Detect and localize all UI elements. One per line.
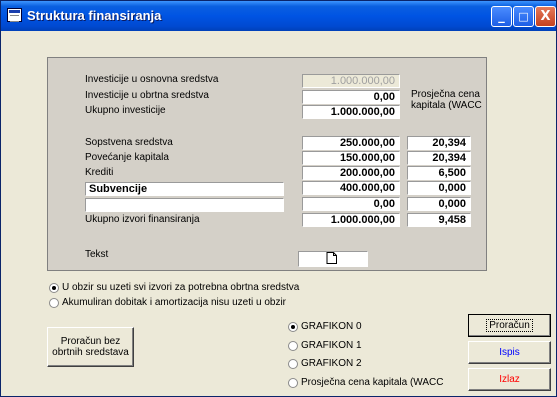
chart-0-radio[interactable] xyxy=(288,322,298,332)
minimize-button[interactable]: _ xyxy=(491,6,512,27)
total-sources-rate[interactable]: 9,458 xyxy=(407,213,471,227)
option-accumulated-label[interactable]: Akumuliran dobitak i amortizacija nisu u… xyxy=(62,297,286,308)
title-bar: Struktura finansiranja _ □ X xyxy=(1,1,556,31)
source-rate-subsidies[interactable]: 0,000 xyxy=(407,181,471,195)
maximize-button[interactable]: □ xyxy=(513,6,534,27)
source-amount-custom[interactable]: 0,00 xyxy=(302,197,400,211)
source-rate-own[interactable]: 20,394 xyxy=(407,136,471,150)
total-sources-label: Ukupno izvori finansiranja xyxy=(85,214,200,225)
source-amount-capital[interactable]: 150.000,00 xyxy=(302,151,400,165)
total-investment-label: Ukupno investicije xyxy=(85,105,166,116)
print-button[interactable]: Ispis xyxy=(468,341,551,364)
option-all-sources-label[interactable]: U obzir su uzeti svi izvori za potrebna … xyxy=(62,282,299,293)
fixed-assets-field[interactable]: 1.000.000,00 xyxy=(302,74,400,88)
option-accumulated-radio[interactable] xyxy=(49,298,59,308)
source-amount-subsidies[interactable]: 400.000,00 xyxy=(302,181,400,195)
source-rate-capital[interactable]: 20,394 xyxy=(407,151,471,165)
source-amount-own[interactable]: 250.000,00 xyxy=(302,136,400,150)
source-amount-credits[interactable]: 200.000,00 xyxy=(302,166,400,180)
exit-button[interactable]: Izlaz xyxy=(468,368,551,391)
calc-without-working-capital-button[interactable]: Proračun bez obrtnih sredstava xyxy=(47,327,134,367)
chart-0-label[interactable]: GRAFIKON 0 xyxy=(301,321,362,332)
tekst-label: Tekst xyxy=(85,249,109,260)
chart-wacc-label[interactable]: Prosječna cena kapitala (WACC xyxy=(301,377,443,388)
working-assets-field[interactable]: 0,00 xyxy=(302,90,400,104)
total-sources-amount[interactable]: 1.000.000,00 xyxy=(302,213,400,227)
app-icon xyxy=(7,8,22,22)
calculate-button-label: Proračun xyxy=(486,319,533,332)
main-window: Struktura finansiranja _ □ X Investicije… xyxy=(0,0,557,397)
source-label-credits: Krediti xyxy=(85,167,114,178)
calculate-button[interactable]: Proračun xyxy=(468,314,551,337)
document-icon[interactable] xyxy=(326,252,338,264)
source-name-subsidies[interactable]: Subvencije xyxy=(85,182,284,196)
wacc-label: Prosječna cena kapitala (WACC xyxy=(411,89,482,111)
source-name-custom[interactable] xyxy=(85,198,284,212)
chart-wacc-radio[interactable] xyxy=(288,378,298,388)
source-label-own: Sopstvena sredstva xyxy=(85,137,173,148)
option-all-sources-radio[interactable] xyxy=(49,283,59,293)
chart-2-radio[interactable] xyxy=(288,359,298,369)
window-title: Struktura finansiranja xyxy=(27,8,162,23)
working-assets-label: Investicije u obrtna sredstva xyxy=(85,90,209,101)
source-rate-credits[interactable]: 6,500 xyxy=(407,166,471,180)
close-button[interactable]: X xyxy=(535,6,556,27)
total-investment-field[interactable]: 1.000.000,00 xyxy=(302,105,400,119)
chart-1-radio[interactable] xyxy=(288,341,298,351)
fixed-assets-label: Investicije u osnovna sredstva xyxy=(85,74,219,85)
source-label-capital: Povećanje kapitala xyxy=(85,152,169,163)
source-rate-custom[interactable]: 0,000 xyxy=(407,197,471,211)
chart-2-label[interactable]: GRAFIKON 2 xyxy=(301,358,362,369)
chart-1-label[interactable]: GRAFIKON 1 xyxy=(301,340,362,351)
